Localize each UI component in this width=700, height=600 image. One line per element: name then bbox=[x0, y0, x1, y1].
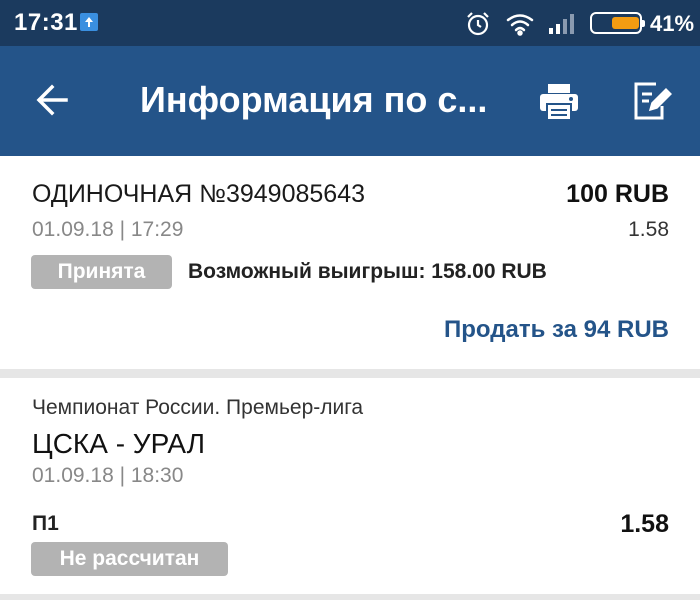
possible-win: Возможный выигрыш: 158.00 RUB bbox=[188, 260, 547, 283]
alarm-icon bbox=[464, 10, 492, 43]
sell-bet-link[interactable]: Продать за 94 RUB bbox=[444, 316, 669, 344]
battery-icon bbox=[590, 12, 645, 34]
notification-upload-icon bbox=[80, 13, 98, 31]
bet-amount: 100 RUB bbox=[566, 180, 669, 208]
bet-type: ОДИНОЧНАЯ №3949085643 bbox=[32, 180, 365, 208]
edit-icon[interactable] bbox=[632, 80, 673, 127]
bet-odds: 1.58 bbox=[628, 218, 669, 241]
signal-icon bbox=[548, 12, 578, 39]
battery-level-fill bbox=[612, 17, 639, 29]
print-icon[interactable] bbox=[538, 82, 580, 127]
back-arrow-icon[interactable] bbox=[34, 82, 70, 123]
event-card: Чемпионат России. Премьер-лига ЦСКА - УР… bbox=[0, 378, 700, 594]
status-badge: Принята bbox=[31, 255, 172, 289]
app-bar: Информация по с... bbox=[0, 46, 700, 156]
wifi-icon bbox=[505, 12, 535, 41]
bet-summary-card: ОДИНОЧНАЯ №3949085643 100 RUB 01.09.18 |… bbox=[0, 156, 700, 369]
page-title: Информация по с... bbox=[140, 79, 488, 120]
event-league: Чемпионат России. Премьер-лига bbox=[32, 396, 364, 419]
status-badge: Не рассчитан bbox=[31, 542, 228, 576]
event-datetime: 01.09.18 | 18:30 bbox=[32, 464, 184, 487]
bet-datetime: 01.09.18 | 17:29 bbox=[32, 218, 184, 241]
event-outcome: П1 bbox=[32, 512, 59, 535]
status-time: 17:31 bbox=[14, 9, 78, 36]
status-bar: 17:31 41% bbox=[0, 0, 700, 46]
battery-percent: 41% bbox=[650, 11, 695, 36]
event-odds: 1.58 bbox=[620, 510, 669, 538]
event-match: ЦСКА - УРАЛ bbox=[32, 428, 206, 459]
